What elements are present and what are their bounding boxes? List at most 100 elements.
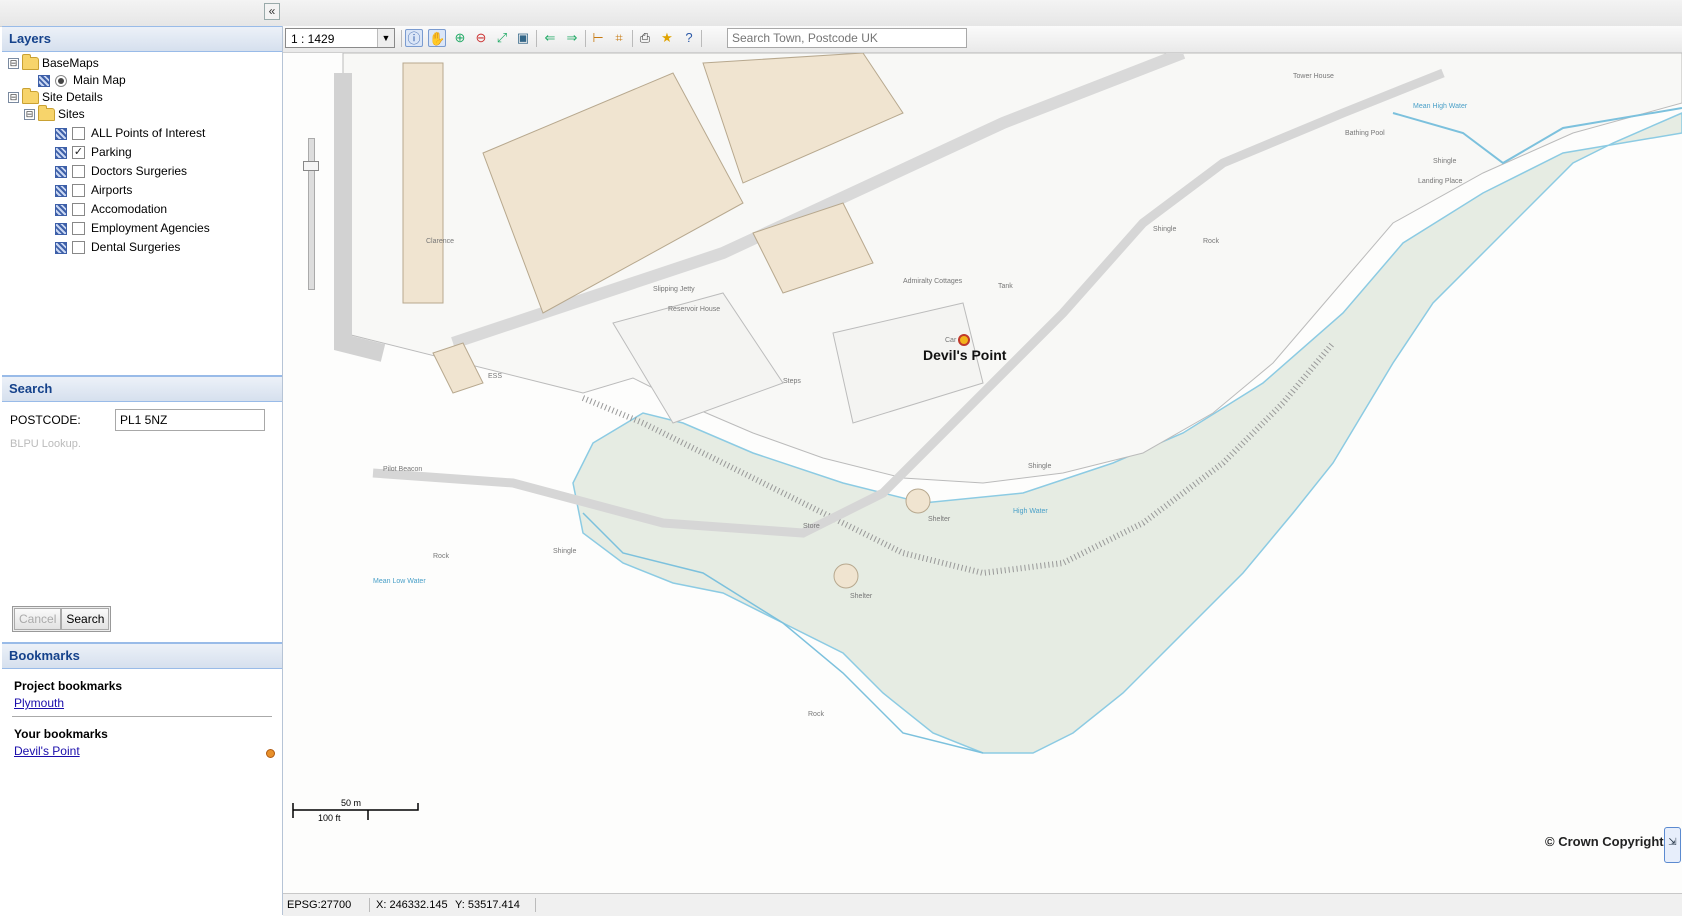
tree-label: Accomodation — [91, 202, 168, 216]
layer-icon — [38, 74, 50, 87]
layer-accomodation[interactable]: Accomodation — [55, 200, 167, 218]
y-coordinate: Y: 53517.414 — [455, 899, 520, 911]
delete-bookmark-icon[interactable] — [266, 749, 275, 758]
folder-icon — [38, 105, 55, 122]
tree-label: Airports — [91, 183, 133, 197]
search-panel: Search POSTCODE: BLPU Lookup. CancelSear… — [2, 375, 282, 642]
layer-icon — [55, 222, 67, 235]
tree-label: Main Map — [73, 73, 126, 87]
scale-bar-feet-label: 100 ft — [318, 813, 341, 823]
bookmark-link-plymouth[interactable]: Plymouth — [14, 696, 64, 710]
layer-checkbox-checked[interactable]: ✓ — [72, 146, 85, 160]
map-label: Slipping Jetty — [653, 286, 695, 293]
favourite-star-icon[interactable]: ★ — [658, 29, 676, 47]
search-button[interactable]: Search — [61, 608, 110, 630]
scale-select[interactable]: 1 : 1429 ▼ — [285, 28, 395, 48]
toolbar-separator — [536, 30, 537, 47]
map-label: Store — [803, 523, 820, 530]
layer-checkbox[interactable] — [72, 241, 85, 255]
layer-checkbox[interactable] — [72, 222, 85, 236]
map-label: Rock — [433, 553, 449, 560]
layer-icon — [55, 203, 67, 216]
zoom-slider-handle[interactable] — [303, 161, 319, 171]
layer-employment-agencies[interactable]: Employment Agencies — [55, 219, 210, 237]
map-label: Shingle — [1028, 463, 1051, 470]
toolbar-separator — [701, 30, 702, 47]
main-map-radio[interactable] — [55, 74, 67, 87]
bookmark-link-devils-point[interactable]: Devil's Point — [14, 744, 80, 758]
search-panel-header[interactable]: Search — [2, 376, 282, 402]
shelter — [833, 563, 859, 589]
layer-checkbox[interactable] — [72, 165, 85, 179]
forward-arrow-icon[interactable]: ⇒ — [563, 29, 581, 47]
info-icon[interactable]: ⓘ — [405, 29, 423, 47]
postcode-input[interactable] — [115, 409, 265, 431]
tree-label: Employment Agencies — [91, 221, 210, 235]
layer-icon — [55, 241, 67, 254]
parking-marker[interactable] — [958, 334, 970, 346]
toolbar-separator — [632, 30, 633, 47]
help-icon[interactable]: ? — [680, 29, 698, 47]
collapse-toggle-icon[interactable]: ⊟ — [8, 58, 19, 70]
sidebar: Layers ⊟ BaseMaps Main Map ⊟ Site Details … — [2, 26, 283, 915]
tree-label: Parking — [91, 145, 132, 159]
map-label: Pilot Beacon — [383, 466, 422, 473]
expand-overview-icon[interactable]: ⇲ — [1664, 827, 1681, 863]
cancel-button[interactable]: Cancel — [14, 608, 62, 630]
map-label: Mean Low Water — [373, 578, 426, 585]
collapse-toggle-icon[interactable]: ⊟ — [24, 109, 35, 121]
layers-tree: ⊟ BaseMaps Main Map ⊟ Site Details ⊟ Sites … — [2, 52, 282, 375]
layers-panel-header[interactable]: Layers — [2, 26, 282, 52]
map-label: Rock — [1203, 238, 1219, 245]
tree-node-site-details[interactable]: ⊟ Site Details — [8, 88, 103, 106]
marker-label: Car — [945, 337, 957, 344]
layer-parking[interactable]: ✓ Parking — [55, 143, 132, 161]
tree-node-sites[interactable]: ⊟ Sites — [24, 105, 85, 123]
layer-checkbox[interactable] — [72, 203, 85, 217]
project-bookmarks-title: Project bookmarks — [14, 679, 123, 693]
toolbar-separator — [585, 30, 586, 47]
measure-distance-icon[interactable]: ⊢ — [589, 29, 607, 47]
layer-checkbox[interactable] — [72, 184, 85, 198]
collapse-toggle-icon[interactable]: ⊟ — [8, 92, 19, 104]
scale-bar-metres-label: 50 m — [341, 798, 361, 808]
map-label: Shingle — [553, 548, 576, 555]
top-strip — [0, 0, 1682, 27]
x-coordinate: X: 246332.145 — [376, 899, 448, 911]
layer-doctors-surgeries[interactable]: Doctors Surgeries — [55, 162, 187, 180]
layer-dental-surgeries[interactable]: Dental Surgeries — [55, 238, 180, 256]
layer-checkbox[interactable] — [72, 127, 85, 141]
tree-label: BaseMaps — [42, 56, 99, 70]
status-separator — [369, 898, 370, 912]
zoom-in-icon[interactable]: ⊕ — [451, 29, 469, 47]
tree-node-basemaps[interactable]: ⊟ BaseMaps — [8, 54, 99, 72]
bookmarks-panel-header[interactable]: Bookmarks — [2, 643, 282, 669]
print-icon[interactable]: ⎙ — [636, 29, 654, 47]
folder-icon — [22, 54, 39, 71]
overview-map-icon[interactable]: ▣ — [514, 29, 532, 47]
map-toolbar: 1 : 1429 ▼ ⓘ ✋ ⊕ ⊖ ⤢ ▣ ⇐ ⇒ ⊢ ⌗ ⎙ ★ ? — [283, 26, 1682, 53]
tree-label: Dental Surgeries — [91, 240, 181, 254]
tree-node-main-map[interactable]: Main Map — [38, 71, 126, 89]
layer-airports[interactable]: Airports — [55, 181, 132, 199]
layer-all-points-of-interest[interactable]: ALL Points of Interest — [55, 124, 205, 142]
map-search-input[interactable] — [727, 28, 967, 48]
status-separator — [535, 898, 536, 912]
map-label: Tank — [998, 283, 1013, 290]
zoom-extent-icon[interactable]: ⤢ — [493, 29, 511, 47]
chevron-down-icon[interactable]: ▼ — [377, 29, 394, 47]
map-label: Landing Place — [1418, 178, 1462, 185]
shelter — [905, 488, 931, 514]
measure-area-icon[interactable]: ⌗ — [610, 29, 628, 47]
map-label: Shelter — [928, 516, 951, 523]
layer-icon — [55, 184, 67, 197]
pan-icon[interactable]: ✋ — [428, 29, 446, 47]
map-label: Tower House — [1293, 73, 1334, 80]
copyright-notice: © Crown Copyright — [1545, 834, 1664, 849]
back-arrow-icon[interactable]: ⇐ — [541, 29, 559, 47]
collapse-sidebar-button[interactable]: « — [264, 3, 280, 20]
zoom-out-icon[interactable]: ⊖ — [472, 29, 490, 47]
map-canvas[interactable]: Clarence Admiralty Cottages Reservoir Ho… — [283, 53, 1682, 893]
status-bar: EPSG:27700 X: 246332.145 Y: 53517.414 — [283, 893, 1682, 916]
folder-icon — [22, 88, 39, 105]
